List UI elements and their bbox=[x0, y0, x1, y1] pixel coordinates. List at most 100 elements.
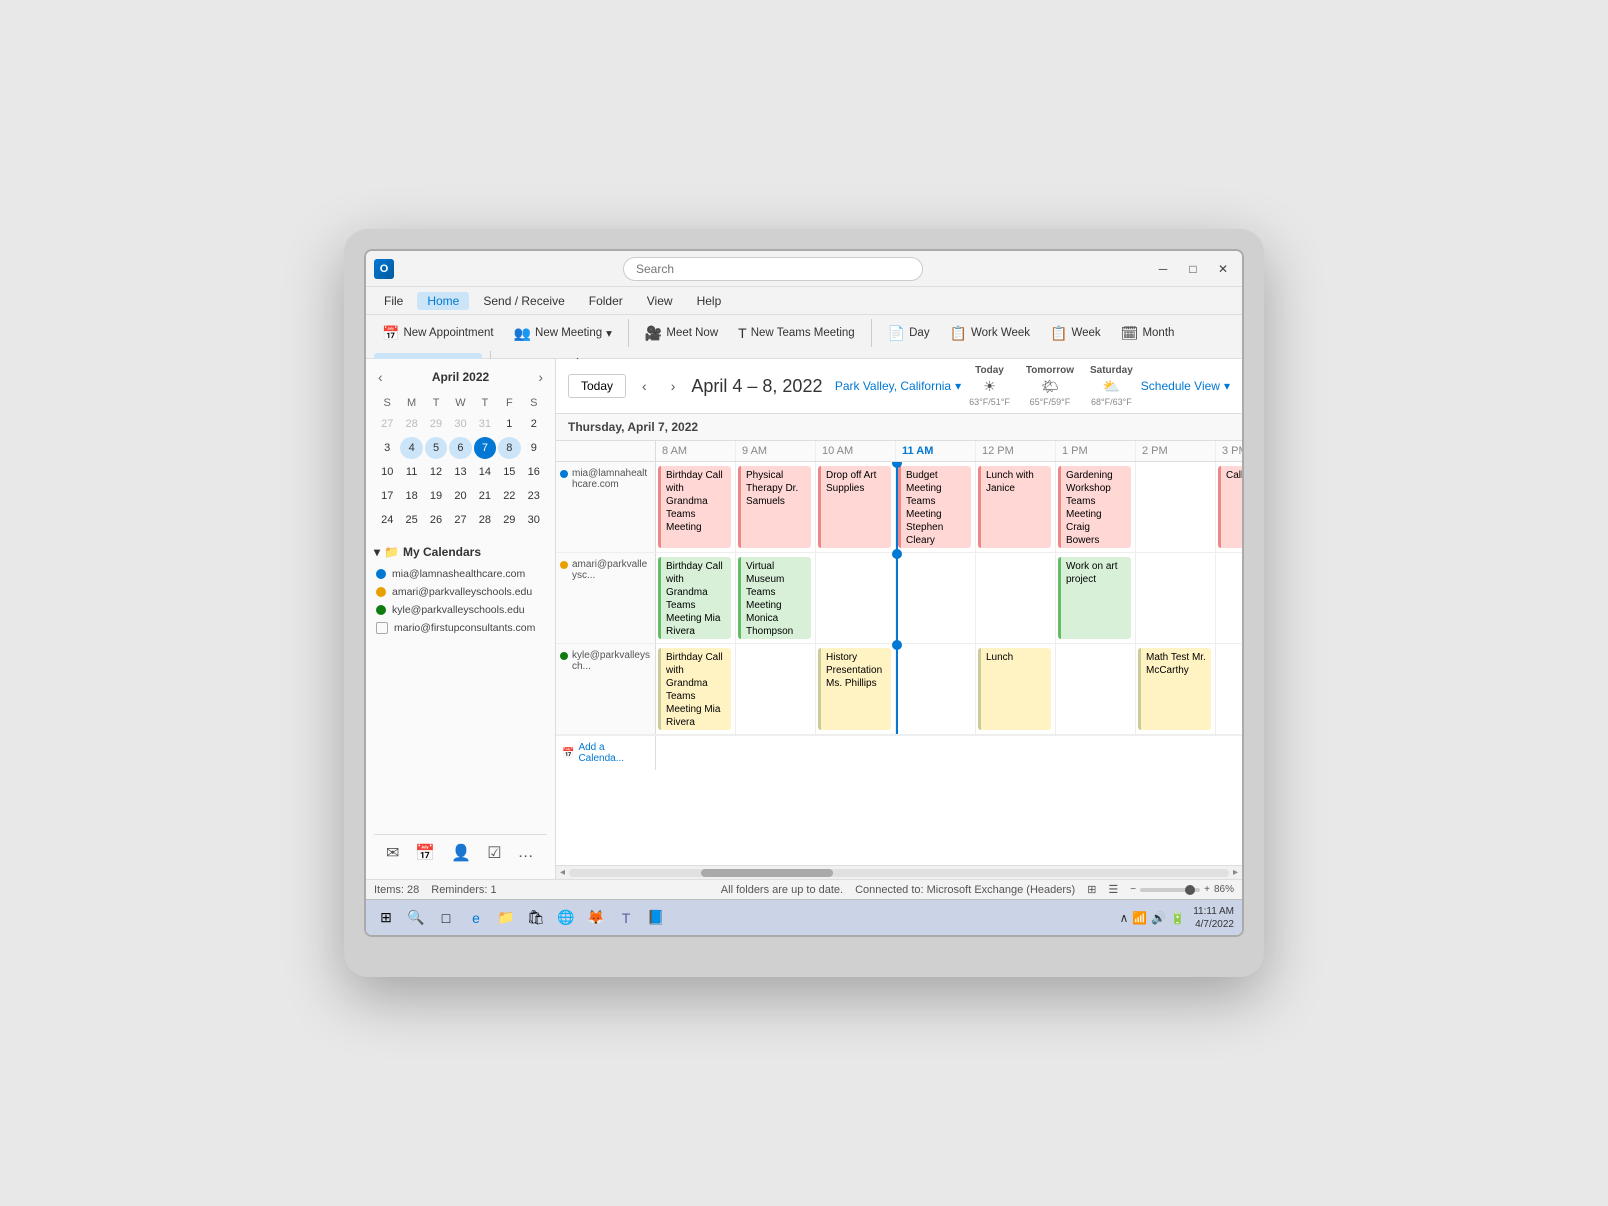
mini-cal-day[interactable]: 22 bbox=[498, 485, 520, 507]
caret-icon[interactable]: ∧ bbox=[1120, 911, 1129, 925]
meet-now-button[interactable]: 🎥 Meet Now bbox=[637, 321, 726, 346]
mini-cal-day[interactable]: 11 bbox=[400, 461, 422, 483]
time-cell[interactable]: Physical Therapy Dr. Samuels bbox=[736, 462, 816, 552]
time-cell[interactable] bbox=[896, 644, 976, 734]
scroll-left-arrow[interactable]: ◂ bbox=[560, 867, 565, 878]
mini-cal-prev-button[interactable]: ‹ bbox=[374, 367, 387, 387]
event-block[interactable]: Lunch bbox=[978, 648, 1051, 730]
mini-cal-day[interactable]: 1 bbox=[498, 413, 520, 435]
add-calendar-cell[interactable]: 📅 Add a Calenda... bbox=[556, 736, 656, 770]
time-cell[interactable]: Birthday Call with Grandma Teams Meeting bbox=[656, 462, 736, 552]
teams-taskbar-icon[interactable]: T bbox=[614, 906, 638, 930]
work-week-button[interactable]: 📋 Work Week bbox=[942, 321, 1038, 346]
mini-cal-day[interactable]: 19 bbox=[425, 485, 447, 507]
mini-cal-day[interactable]: 14 bbox=[474, 461, 496, 483]
calendar-item[interactable]: mia@lamnashealthcare.com bbox=[374, 565, 547, 583]
time-cell[interactable]: Work on art project bbox=[1056, 553, 1136, 643]
event-block[interactable]: Birthday Call with Grandma Teams Meeting… bbox=[658, 648, 731, 730]
mini-cal-day[interactable]: 3 bbox=[376, 437, 398, 459]
mini-cal-day[interactable]: 13 bbox=[449, 461, 471, 483]
mini-cal-day[interactable]: 23 bbox=[523, 485, 545, 507]
time-cell[interactable]: Birthday Call with Grandma Teams Meeting… bbox=[656, 553, 736, 643]
mini-cal-day[interactable]: 17 bbox=[376, 485, 398, 507]
event-block[interactable]: Virtual Museum Teams Meeting Monica Thom… bbox=[738, 557, 811, 639]
mini-cal-day[interactable]: 29 bbox=[498, 509, 520, 531]
prev-period-button[interactable]: ‹ bbox=[634, 374, 655, 398]
task-view-button[interactable]: □ bbox=[434, 906, 458, 930]
mini-cal-day[interactable]: 30 bbox=[449, 413, 471, 435]
event-block[interactable]: Birthday Call with Grandma Teams Meeting… bbox=[658, 557, 731, 639]
close-button[interactable]: ✕ bbox=[1212, 258, 1234, 280]
time-cell[interactable]: Call Ame bbox=[1216, 462, 1242, 552]
battery-icon[interactable]: 🔋 bbox=[1170, 911, 1185, 925]
view-selector[interactable]: Schedule View ▾ bbox=[1141, 379, 1230, 393]
time-cell[interactable]: Budget Meeting Teams Meeting Stephen Cle… bbox=[896, 462, 976, 552]
zoom-minus[interactable]: − bbox=[1130, 884, 1136, 895]
mini-cal-day[interactable]: 6 bbox=[449, 437, 471, 459]
calendar-item[interactable]: amari@parkvalleyschools.edu bbox=[374, 583, 547, 601]
mini-cal-day[interactable]: 9 bbox=[523, 437, 545, 459]
search-taskbar-button[interactable]: 🔍 bbox=[404, 906, 428, 930]
maximize-button[interactable]: □ bbox=[1182, 258, 1204, 280]
scroll-bar-area[interactable]: ◂ ▸ bbox=[556, 865, 1242, 879]
calendar-checkbox[interactable] bbox=[376, 622, 388, 634]
more-nav-button[interactable]: … bbox=[514, 840, 538, 866]
mini-cal-day[interactable]: 21 bbox=[474, 485, 496, 507]
week-button[interactable]: 📋 Week bbox=[1042, 321, 1109, 346]
time-cell[interactable] bbox=[736, 644, 816, 734]
mini-cal-day[interactable]: 28 bbox=[400, 413, 422, 435]
chrome-icon[interactable]: 🌐 bbox=[554, 906, 578, 930]
mini-cal-day[interactable]: 16 bbox=[523, 461, 545, 483]
new-meeting-button[interactable]: 👥 New Meeting ▾ bbox=[506, 321, 620, 346]
menu-view[interactable]: View bbox=[637, 292, 683, 310]
mini-cal-day[interactable]: 20 bbox=[449, 485, 471, 507]
time-cell[interactable]: Lunch with Janice bbox=[976, 462, 1056, 552]
tasks-nav-button[interactable]: ☑ bbox=[483, 839, 505, 867]
new-appointment-button[interactable]: 📅 New Appointment bbox=[374, 321, 502, 346]
mini-cal-day[interactable]: 27 bbox=[376, 413, 398, 435]
mini-cal-day[interactable]: 12 bbox=[425, 461, 447, 483]
store-icon[interactable]: 🛍 bbox=[524, 906, 548, 930]
mini-cal-day[interactable]: 24 bbox=[376, 509, 398, 531]
time-cell[interactable] bbox=[1056, 644, 1136, 734]
time-cell[interactable]: Drop off Art Supplies bbox=[816, 462, 896, 552]
month-button[interactable]: 🗓 Month bbox=[1113, 321, 1183, 346]
wifi-icon[interactable]: 📶 bbox=[1132, 911, 1147, 925]
minimize-button[interactable]: ─ bbox=[1152, 258, 1174, 280]
zoom-plus[interactable]: + bbox=[1204, 884, 1210, 895]
mini-cal-day[interactable]: 31 bbox=[474, 413, 496, 435]
time-cell[interactable]: History Presentation Ms. Phillips bbox=[816, 644, 896, 734]
event-block[interactable]: Physical Therapy Dr. Samuels bbox=[738, 466, 811, 548]
event-block[interactable]: History Presentation Ms. Phillips bbox=[818, 648, 891, 730]
mini-cal-day[interactable]: 26 bbox=[425, 509, 447, 531]
volume-icon[interactable]: 🔊 bbox=[1151, 911, 1166, 925]
event-block[interactable]: Lunch with Janice bbox=[978, 466, 1051, 548]
time-cell[interactable]: Math Test Mr. McCarthy bbox=[1136, 644, 1216, 734]
today-button[interactable]: Today bbox=[568, 374, 626, 398]
mini-cal-day[interactable]: 28 bbox=[474, 509, 496, 531]
next-period-button[interactable]: › bbox=[663, 374, 684, 398]
menu-home[interactable]: Home bbox=[417, 292, 469, 310]
menu-send-receive[interactable]: Send / Receive bbox=[473, 292, 574, 310]
time-cell[interactable]: Birthday Call with Grandma Teams Meeting… bbox=[656, 644, 736, 734]
menu-folder[interactable]: Folder bbox=[579, 292, 633, 310]
calendar-item[interactable]: kyle@parkvalleyschools.edu bbox=[374, 601, 547, 619]
taskbar-clock[interactable]: 11:11 AM 4/7/2022 bbox=[1193, 905, 1234, 931]
time-cell[interactable] bbox=[1216, 644, 1242, 734]
mini-cal-day[interactable]: 5 bbox=[425, 437, 447, 459]
time-cell[interactable] bbox=[1136, 462, 1216, 552]
windows-start-button[interactable]: ⊞ bbox=[374, 906, 398, 930]
edge-icon[interactable]: e bbox=[464, 906, 488, 930]
mini-cal-day[interactable]: 30 bbox=[523, 509, 545, 531]
time-cell[interactable] bbox=[896, 553, 976, 643]
mini-cal-day[interactable]: 27 bbox=[449, 509, 471, 531]
time-cell[interactable] bbox=[816, 553, 896, 643]
mini-cal-day[interactable]: 4 bbox=[400, 437, 422, 459]
time-cell[interactable]: Virtual Museum Teams Meeting Monica Thom… bbox=[736, 553, 816, 643]
event-block[interactable]: Math Test Mr. McCarthy bbox=[1138, 648, 1211, 730]
time-cell[interactable] bbox=[1136, 553, 1216, 643]
people-nav-button[interactable]: 👤 bbox=[447, 839, 475, 867]
mail-nav-button[interactable]: ✉ bbox=[382, 839, 403, 867]
event-block[interactable]: Drop off Art Supplies bbox=[818, 466, 891, 548]
mini-cal-day[interactable]: 25 bbox=[400, 509, 422, 531]
